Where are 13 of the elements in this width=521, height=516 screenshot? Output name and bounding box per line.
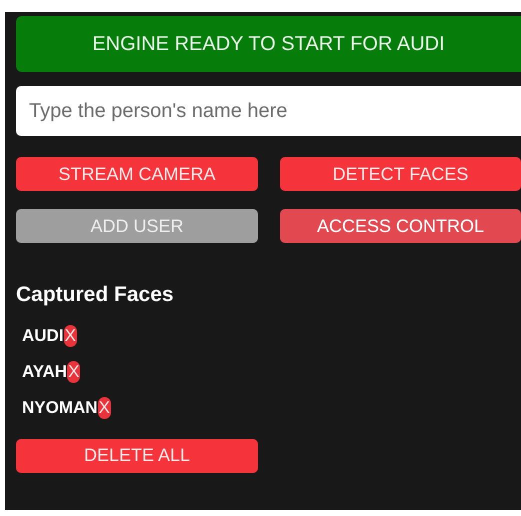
remove-button[interactable]: X [67, 361, 80, 383]
remove-button[interactable]: X [64, 325, 77, 347]
face-name: AUDI [22, 325, 64, 348]
name-input-field[interactable]: Type the person's name here [16, 86, 521, 136]
face-name: NYOMAN [22, 397, 98, 420]
delete-all-button[interactable]: DELETE ALL [16, 438, 258, 472]
action-button[interactable]: STREAM CAMERA [16, 157, 258, 191]
action-button[interactable]: DETECT FACES [280, 157, 521, 191]
section-heading: Captured Faces [16, 282, 175, 308]
action-button[interactable]: ACCESS CONTROL [280, 209, 521, 243]
face-name: AYAH [22, 361, 68, 384]
remove-button[interactable]: X [98, 397, 111, 419]
status-banner: ENGINE READY TO START FOR AUDI [16, 16, 521, 72]
